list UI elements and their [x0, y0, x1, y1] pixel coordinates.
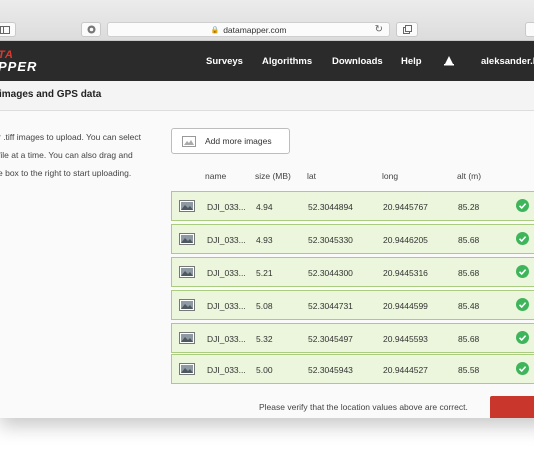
url-text: datamapper.com [223, 24, 287, 35]
image-thumbnail-icon [179, 233, 195, 245]
check-icon [516, 265, 529, 278]
privacy-shield-icon [87, 25, 95, 34]
add-more-images-button[interactable]: Add more images [171, 128, 290, 154]
cell-name: DJI_033... [207, 334, 246, 344]
nav-downloads[interactable]: Downloads [332, 56, 383, 67]
browser-toolbar: 🔒 datamapper.com ↻ [0, 0, 534, 41]
browser-window: 🔒 datamapper.com ↻ TA PPER Surveys Algor… [0, 0, 534, 418]
cell-alt: 85.68 [458, 334, 480, 344]
cell-alt: 85.48 [458, 301, 480, 311]
new-tab-button[interactable] [525, 22, 534, 37]
cell-name: DJI_033... [207, 365, 246, 375]
cell-name: DJI_033... [207, 268, 246, 278]
image-icon [182, 135, 196, 147]
cell-size: 5.00 [256, 365, 273, 375]
cell-lat: 52.3045943 [308, 365, 353, 375]
cell-name: DJI_033... [207, 202, 246, 212]
image-thumbnail-icon [179, 299, 195, 311]
tabs-overview-button[interactable] [396, 22, 418, 37]
cell-lat: 52.3044894 [308, 202, 353, 212]
add-button-label: Add more images [205, 136, 272, 146]
instruction-line: e box to the right to start uploading. [0, 168, 132, 178]
table-row[interactable]: DJI_033... 5.00 52.3045943 20.9444527 85.58 [171, 354, 534, 384]
table-row[interactable]: DJI_033... 5.08 52.3044731 20.9444599 85.48 [171, 290, 534, 320]
cell-long: 20.9444599 [383, 301, 428, 311]
nav-algorithms[interactable]: Algorithms [262, 56, 312, 67]
address-bar[interactable]: 🔒 datamapper.com ↻ [107, 22, 390, 37]
cell-long: 20.9445316 [383, 268, 428, 278]
notification-bell-icon[interactable] [443, 55, 455, 67]
page-header: images and GPS data [0, 81, 534, 111]
column-header-alt[interactable]: alt (m) [457, 171, 481, 181]
cell-lat: 52.3045497 [308, 334, 353, 344]
check-icon [516, 232, 529, 245]
verify-message: Please verify that the location values a… [259, 402, 468, 412]
image-thumbnail-icon [179, 332, 195, 344]
table-row[interactable]: DJI_033... 5.32 52.3045497 20.9445593 85.68 [171, 323, 534, 353]
cell-size: 4.93 [256, 235, 273, 245]
user-menu[interactable]: aleksander.b [481, 56, 534, 67]
check-icon [516, 298, 529, 311]
image-thumbnail-icon [179, 266, 195, 278]
column-header-long[interactable]: long [382, 171, 398, 181]
cell-alt: 85.68 [458, 268, 480, 278]
cell-size: 5.08 [256, 301, 273, 311]
logo-bottom[interactable]: PPER [0, 59, 37, 74]
cell-name: DJI_033... [207, 235, 246, 245]
cell-size: 5.32 [256, 334, 273, 344]
table-row[interactable]: DJI_033... 5.21 52.3044300 20.9445316 85.68 [171, 257, 534, 287]
cell-long: 20.9445593 [383, 334, 428, 344]
reload-icon[interactable]: ↻ [375, 24, 383, 35]
image-thumbnail-icon [179, 363, 195, 375]
cell-long: 20.9445767 [383, 202, 428, 212]
nav-surveys[interactable]: Surveys [206, 56, 243, 67]
table-row[interactable]: DJI_033... 4.94 52.3044894 20.9445767 85.28 [171, 191, 534, 221]
cell-alt: 85.68 [458, 235, 480, 245]
cell-alt: 85.58 [458, 365, 480, 375]
cell-size: 4.94 [256, 202, 273, 212]
cell-long: 20.9444527 [383, 365, 428, 375]
cell-name: DJI_033... [207, 301, 246, 311]
cell-lat: 52.3044300 [308, 268, 353, 278]
instruction-line: r .tiff images to upload. You can select [0, 132, 142, 142]
check-icon [516, 199, 529, 212]
page-title: images and GPS data [0, 89, 102, 100]
submit-button[interactable] [490, 396, 534, 418]
cell-alt: 85.28 [458, 202, 480, 212]
column-header-lat[interactable]: lat [307, 171, 316, 181]
table-row[interactable]: DJI_033... 4.93 52.3045330 20.9446205 85.68 [171, 224, 534, 254]
lock-icon: 🔒 [210, 26, 220, 34]
shield-button[interactable] [81, 22, 101, 37]
column-header-size[interactable]: size (MB) [255, 171, 291, 181]
image-thumbnail-icon [179, 200, 195, 212]
tabs-icon [402, 25, 412, 34]
upload-instructions: r .tiff images to upload. You can select… [0, 128, 158, 182]
instruction-line: file at a time. You can also drag and [0, 150, 133, 160]
check-icon [516, 362, 529, 375]
cell-lat: 52.3045330 [308, 235, 353, 245]
sidebar-icon [0, 25, 10, 34]
top-navbar: TA PPER Surveys Algorithms Downloads Hel… [0, 41, 534, 81]
column-header-name[interactable]: name [205, 171, 226, 181]
check-icon [516, 331, 529, 344]
nav-help[interactable]: Help [401, 56, 422, 67]
cell-long: 20.9446205 [383, 235, 428, 245]
sidebar-toggle-button[interactable] [0, 22, 16, 37]
cell-size: 5.21 [256, 268, 273, 278]
cell-lat: 52.3044731 [308, 301, 353, 311]
